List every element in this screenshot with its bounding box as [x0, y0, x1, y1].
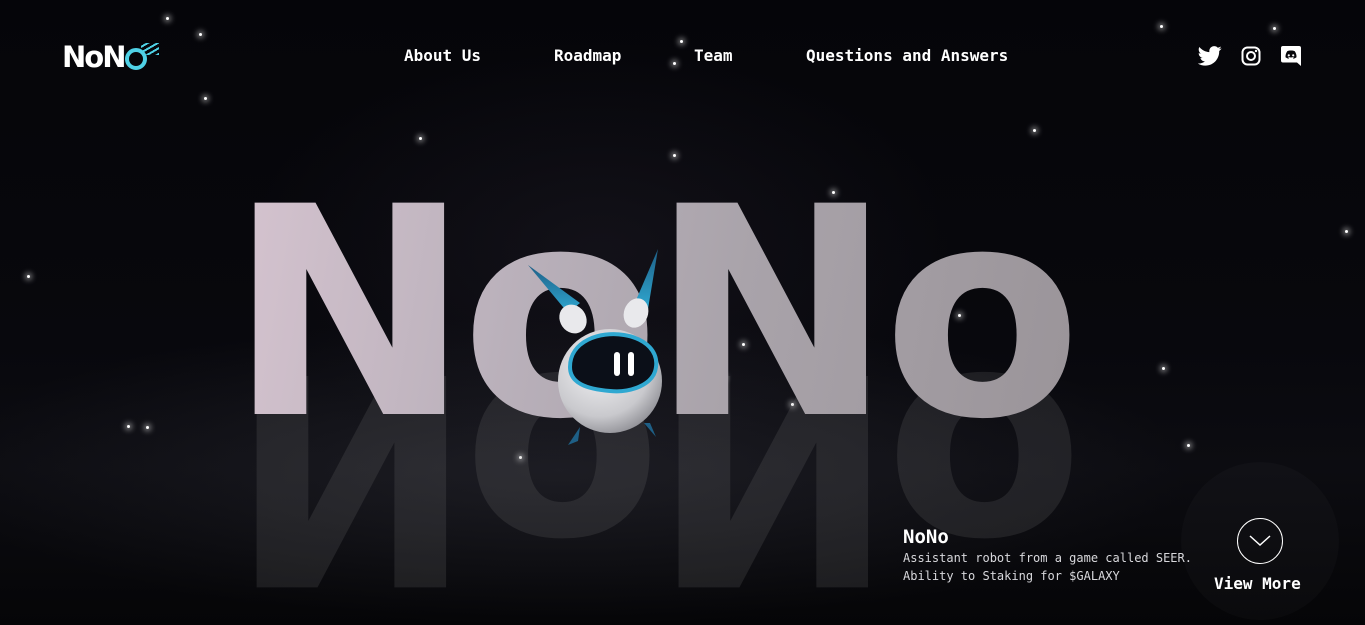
nav-roadmap[interactable]: Roadmap — [554, 46, 621, 66]
logo-text: NoN — [62, 40, 126, 74]
info-title: NoNo — [903, 526, 949, 548]
chevron-down-icon — [1249, 535, 1271, 547]
info-description-line: Ability to Staking for $GALAXY — [903, 569, 1120, 583]
view-more-button[interactable] — [1237, 518, 1283, 564]
star — [1273, 27, 1276, 30]
nav-team[interactable]: Team — [694, 46, 733, 66]
brand-logo[interactable]: NoN — [62, 40, 160, 74]
star — [673, 62, 676, 65]
star — [1345, 230, 1348, 233]
view-more-label[interactable]: View More — [1214, 574, 1301, 593]
nav-questions-and-answers[interactable]: Questions and Answers — [806, 46, 1008, 66]
twitter-icon-glyph — [1198, 46, 1222, 66]
star — [1187, 444, 1190, 447]
instagram-icon-glyph — [1241, 46, 1261, 66]
star — [27, 275, 30, 278]
star — [1162, 367, 1165, 370]
star — [199, 33, 202, 36]
star — [1033, 129, 1036, 132]
instagram-icon[interactable] — [1239, 45, 1263, 67]
logo-comet-icon — [125, 43, 160, 70]
discord-icon-glyph — [1281, 46, 1301, 66]
nav-about-us[interactable]: About Us — [404, 46, 481, 66]
info-description-line: Assistant robot from a game called SEER. — [903, 551, 1192, 565]
twitter-icon[interactable] — [1198, 45, 1222, 67]
nono-robot-mascot — [528, 249, 662, 445]
star — [1160, 25, 1163, 28]
star — [146, 426, 149, 429]
star — [680, 40, 683, 43]
star — [166, 17, 169, 20]
star — [127, 425, 130, 428]
discord-icon[interactable] — [1279, 45, 1303, 67]
star — [419, 137, 422, 140]
star — [204, 97, 207, 100]
